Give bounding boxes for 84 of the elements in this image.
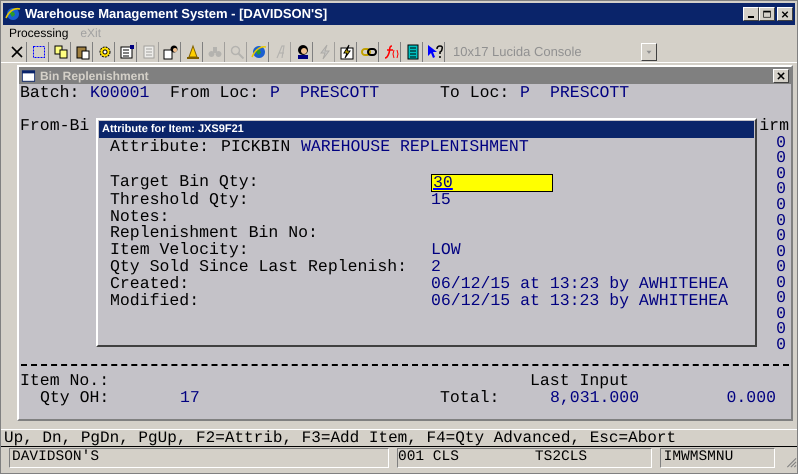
table-cell: 0 (776, 259, 786, 275)
form-icon (118, 44, 134, 60)
total-value: 8,031.000 (550, 390, 640, 407)
globe-tool-button[interactable] (249, 42, 269, 62)
link-tool-button[interactable] (359, 42, 379, 62)
paste-icon (74, 44, 90, 60)
to-loc-label: To Loc: (440, 85, 510, 102)
table-cell: 0 (776, 212, 786, 228)
attribute-label: Attribute: (110, 139, 210, 156)
program-name: IMWMSMNU (664, 448, 734, 468)
maximize-icon (761, 8, 773, 20)
table-cell: 0 (776, 244, 786, 260)
minimize-icon (748, 16, 754, 18)
document-icon (140, 44, 156, 60)
globe-icon (250, 44, 266, 60)
column-header: From-Bi (20, 118, 90, 135)
minimize-button[interactable] (743, 7, 759, 21)
field-value: 2 (431, 258, 441, 276)
batch-label: Batch: (20, 85, 80, 102)
maximize-button[interactable] (759, 7, 775, 21)
search-icon (228, 44, 244, 60)
key-hint-text: Up, Dn, PgDn, PgUp, F2=Attrib, F3=Add Item, F4=Qty Advanced, Esc=Abort (4, 428, 676, 449)
table-cell: 0 (776, 274, 786, 290)
field-label: Modified: (110, 292, 200, 310)
field-value: 15 (431, 192, 451, 209)
help-pointer-icon (426, 44, 442, 60)
menu-item[interactable]: Processing (9, 24, 68, 42)
function-icon (382, 44, 398, 60)
batch-value: K00001 (90, 85, 150, 102)
table-cell: 0 (776, 321, 786, 337)
close-icon (779, 8, 791, 20)
status-text: TS2CLS (534, 448, 588, 468)
close-button[interactable] (777, 7, 793, 21)
company-name: DAVIDSON'S (12, 448, 100, 468)
attribute-code: PICKBIN (221, 139, 292, 156)
to-loc-name: PRESCOTT (550, 85, 630, 102)
person-document-icon (162, 44, 178, 60)
lightning-document-icon (338, 44, 354, 60)
qty-oh-value: 17 (180, 390, 201, 407)
window-icon (21, 68, 36, 82)
close-icon (8, 44, 24, 60)
attribute-name: WAREHOUSE REPLENISHMENT (301, 139, 529, 156)
to-loc-code: P (520, 85, 531, 102)
table-cell: 0 (776, 228, 786, 244)
field-label: Item Velocity: (110, 242, 250, 259)
list-icon (404, 44, 420, 60)
column-header: irm (759, 118, 789, 135)
field-label: Notes: (110, 208, 170, 226)
table-cell: 0 (776, 181, 786, 197)
selection-icon (30, 44, 46, 60)
field-value: 06/12/15 at 13:23 by AWHITEHEA (431, 292, 728, 310)
field-label: Qty Sold Since Last Replenish: (110, 258, 408, 276)
total-value: 0.000 (726, 390, 776, 407)
table-cell: 0 (776, 336, 786, 352)
qty-oh-label: Qty OH: (40, 390, 110, 407)
from-loc-name: PRESCOTT (300, 85, 380, 102)
table-cell: 0 (776, 290, 786, 306)
close-icon (776, 70, 786, 80)
field-label: Target Bin Qty: (110, 174, 260, 192)
field-value: LOW (431, 242, 461, 259)
globe-icon (5, 6, 21, 22)
field-value: 06/12/15 at 13:23 by AWHITEHEA (431, 276, 728, 293)
table-cell: 0 (776, 150, 786, 166)
from-loc-label: From Loc: (170, 85, 260, 102)
help-tool-button[interactable] (425, 42, 445, 62)
item-no-label: Item No.: (20, 373, 110, 390)
window-title: Warehouse Management System - [DAVIDSON'S] (25, 5, 328, 24)
field-label: Created: (110, 276, 190, 293)
child-window-title: Bin Replenishment (40, 68, 149, 84)
person-doc-tool-button[interactable] (161, 42, 181, 62)
last-input-label: Last Input (530, 373, 630, 390)
status-text: 001 CLS (398, 448, 459, 468)
table-cell: 0 (776, 306, 786, 322)
total-label: Total: (440, 390, 500, 407)
table-cell: 0 (776, 196, 786, 213)
dialog-title: Attribute for Item: JXS9F21 (102, 122, 244, 138)
from-loc-code: P (270, 85, 281, 102)
field-label: Threshold Qty: (110, 192, 250, 209)
field-label: Replenishment Bin No: (110, 225, 319, 242)
input-field[interactable]: 30 (431, 174, 553, 192)
copy-icon (52, 44, 68, 60)
table-cell: 0 (776, 166, 786, 182)
close-button[interactable] (773, 68, 789, 82)
table-cell: 0 (776, 134, 786, 150)
